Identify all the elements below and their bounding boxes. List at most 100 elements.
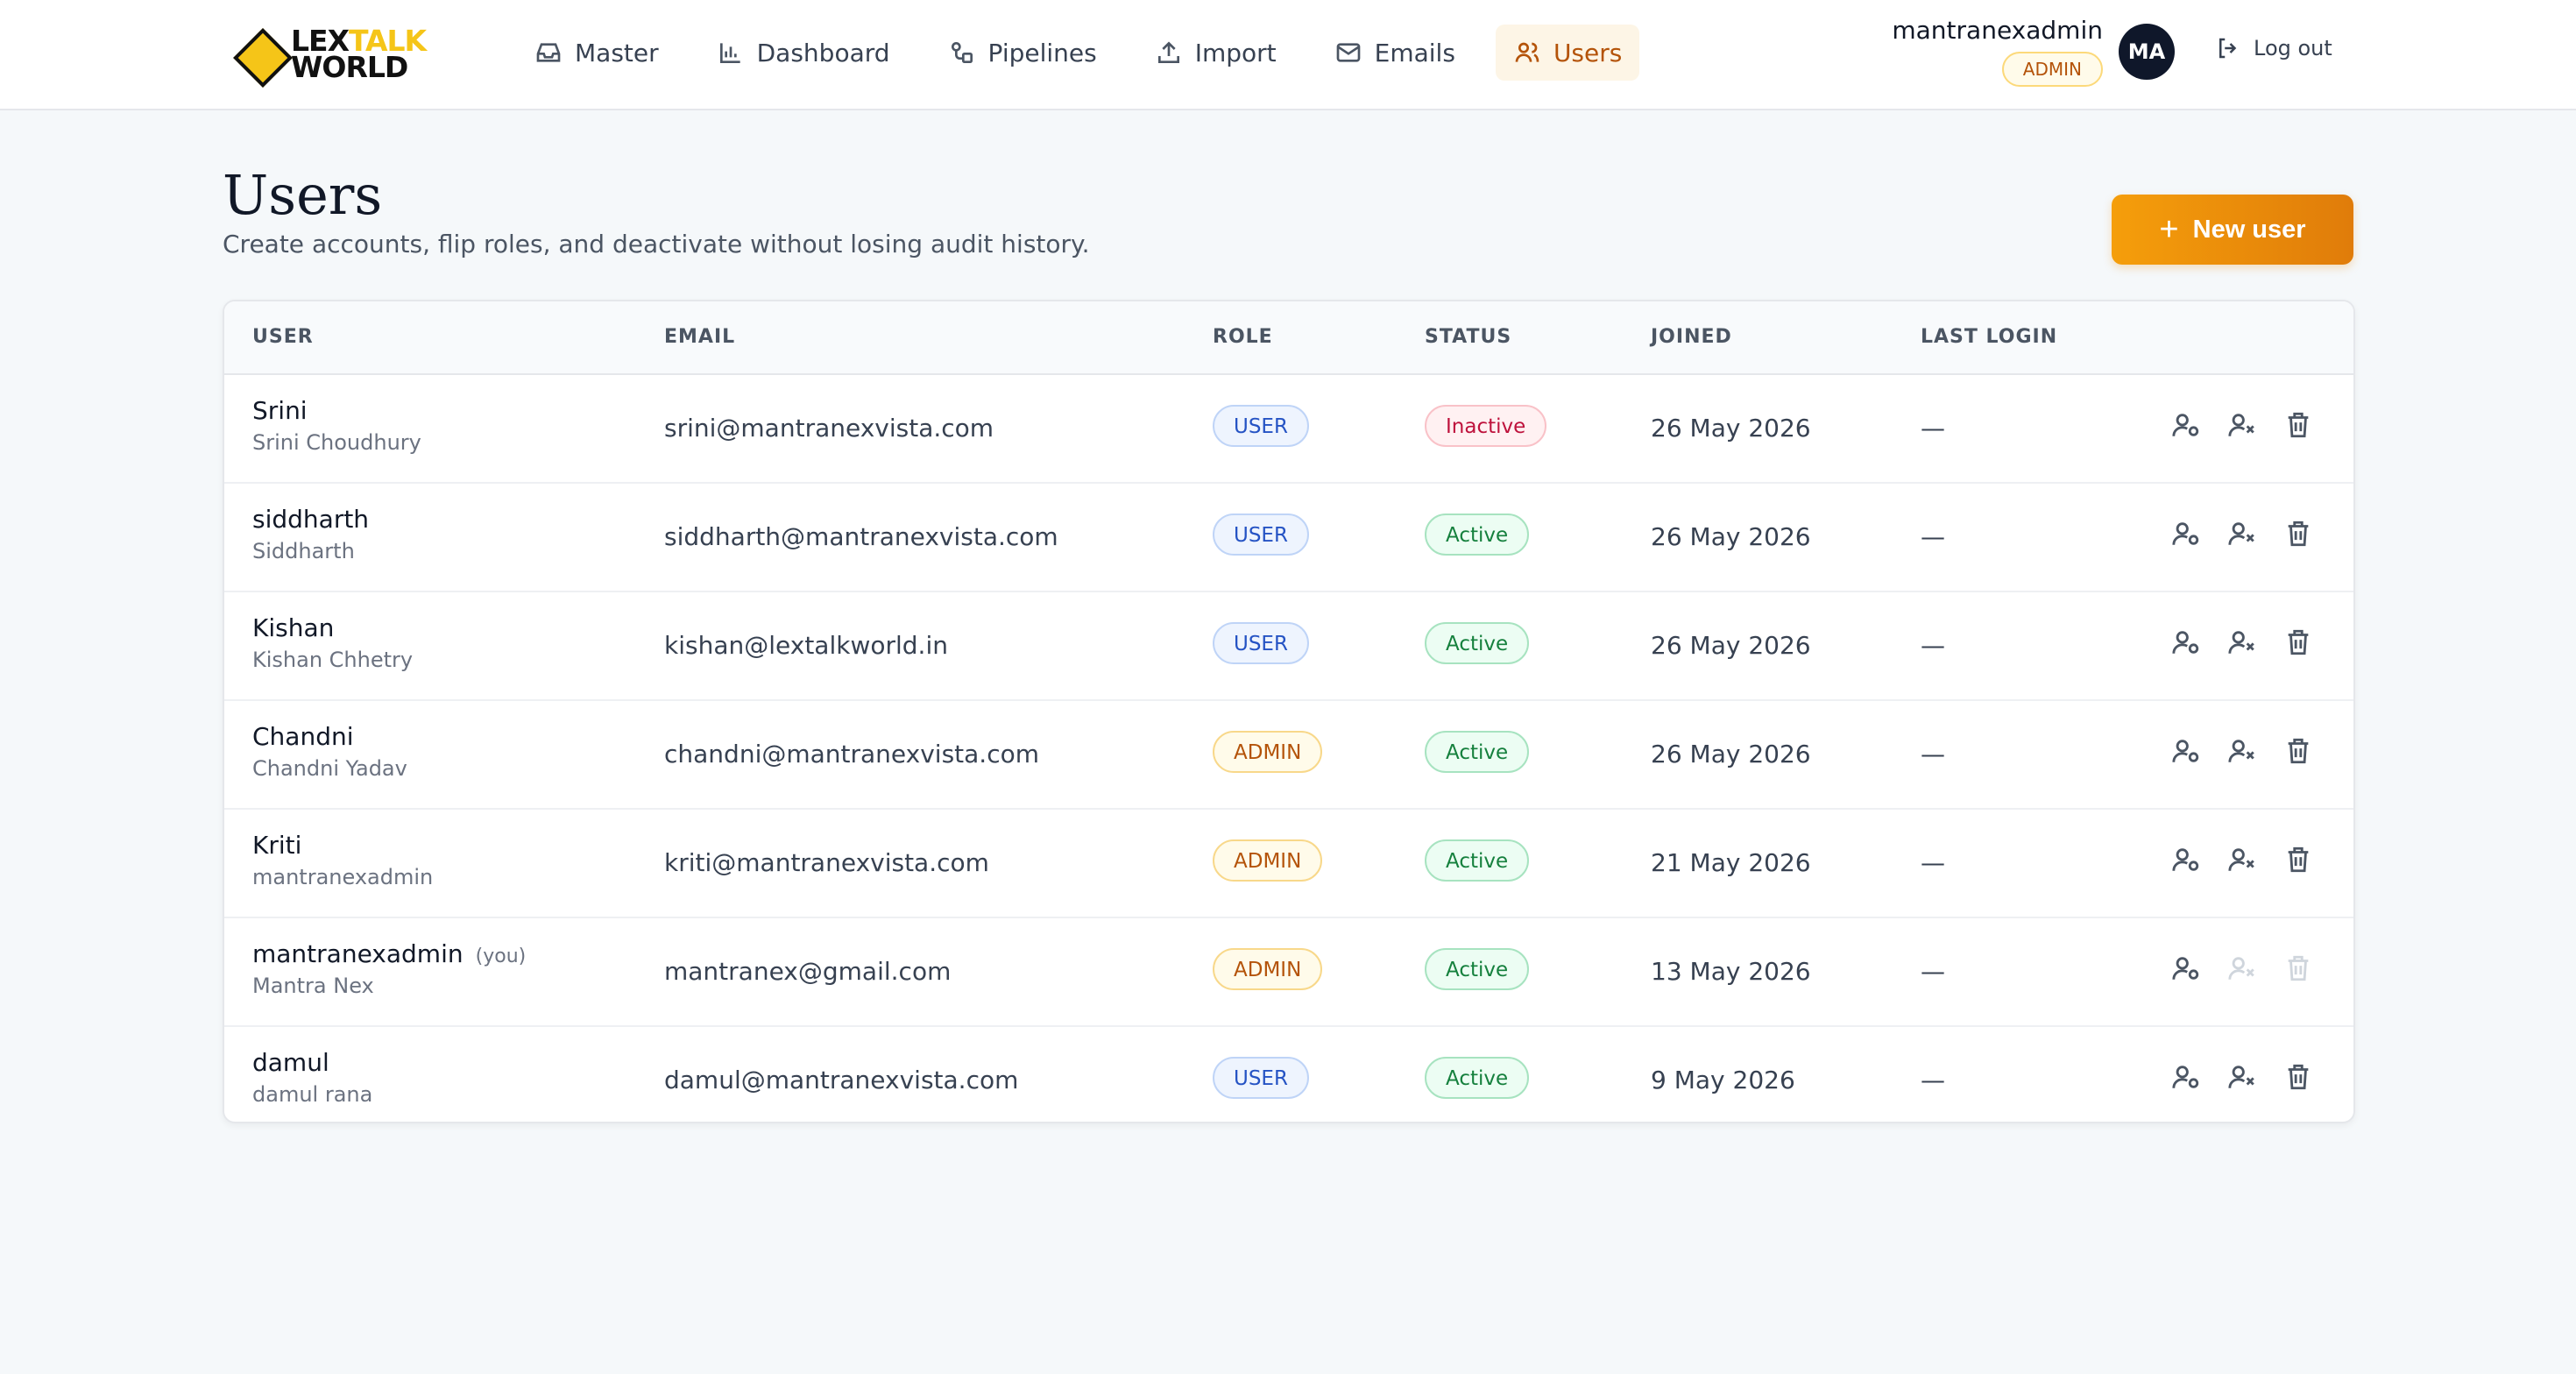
logout-label: Log out	[2254, 36, 2332, 60]
role-badge: ADMIN	[1213, 731, 1323, 773]
user-email: mantranex@gmail.com	[664, 957, 952, 986]
joined-date: 9 May 2026	[1651, 1066, 1795, 1094]
change-role-icon[interactable]	[2171, 736, 2201, 766]
user-full-name: Kishan Chhetry	[252, 648, 414, 672]
nav-item-users[interactable]: Users	[1495, 25, 1640, 81]
status-badge: Active	[1425, 731, 1530, 773]
nav-item-dashboard[interactable]: Dashboard	[699, 25, 908, 81]
deactivate-user-icon[interactable]	[2227, 1062, 2257, 1092]
main-nav: Master Dashboard Pipelines Import Emails…	[517, 25, 1640, 81]
nav-item-emails[interactable]: Emails	[1317, 25, 1473, 81]
user-name: mantranexadmin	[252, 939, 464, 968]
role-badge: ADMIN	[1213, 839, 1323, 882]
user-cell: Kriti mantranexadmin	[252, 831, 433, 889]
role-badge: USER	[1213, 622, 1309, 664]
column-header-email: EMAIL	[664, 326, 736, 348]
delete-icon[interactable]	[2283, 845, 2313, 875]
table-body: Srini Srini Choudhury srini@mantranexvista…	[224, 375, 2353, 1122]
table-header: USER EMAIL ROLE STATUS JOINED LAST LOGIN	[224, 301, 2353, 375]
logout-button[interactable]: Log out	[2215, 35, 2332, 61]
role-badge: ADMIN	[1213, 948, 1323, 990]
delete-icon[interactable]	[2283, 1062, 2313, 1092]
role-badge: USER	[1213, 405, 1309, 447]
current-user-role-badge: ADMIN	[2001, 52, 2103, 87]
delete-icon[interactable]	[2283, 410, 2313, 440]
change-role-icon[interactable]	[2171, 410, 2201, 440]
status-badge: Active	[1425, 948, 1530, 990]
avatar[interactable]: MA	[2119, 24, 2175, 80]
user-full-name: damul rana	[252, 1082, 373, 1107]
user-cell: Kishan Kishan Chhetry	[252, 613, 413, 672]
last-login: —	[1921, 522, 1945, 551]
logout-icon	[2219, 38, 2237, 59]
delete-icon[interactable]	[2283, 627, 2313, 657]
delete-icon	[2283, 953, 2313, 983]
row-actions	[2171, 845, 2313, 875]
user-full-name: Mantra Nex	[252, 974, 374, 998]
brand-logo[interactable]: LEXTALK WORLD	[233, 23, 427, 86]
bar-chart-icon	[719, 43, 740, 63]
nav-label: Emails	[1374, 38, 1455, 67]
user-email: chandni@mantranexvista.com	[664, 740, 1039, 768]
deactivate-user-icon[interactable]	[2227, 736, 2257, 766]
user-email: kishan@lextalkworld.in	[664, 631, 948, 660]
change-role-icon[interactable]	[2171, 953, 2201, 983]
change-role-icon[interactable]	[2171, 519, 2201, 549]
status-badge: Active	[1425, 839, 1530, 882]
delete-icon[interactable]	[2283, 736, 2313, 766]
status-badge: Active	[1425, 622, 1530, 664]
status-badge: Active	[1425, 1057, 1530, 1099]
joined-date: 13 May 2026	[1651, 957, 1811, 986]
delete-icon[interactable]	[2283, 519, 2313, 549]
current-user-info: mantranexadmin ADMIN	[1892, 16, 2103, 87]
nav-item-master[interactable]: Master	[517, 25, 676, 81]
column-header-last-login: LAST LOGIN	[1921, 326, 2058, 348]
nav-label: Master	[575, 38, 659, 67]
table-row: Kriti mantranexadmin kriti@mantranexvista.…	[224, 810, 2353, 918]
user-name: Srini	[252, 396, 308, 425]
change-role-icon[interactable]	[2171, 845, 2201, 875]
user-full-name: Chandni Yadav	[252, 756, 407, 781]
joined-date: 26 May 2026	[1651, 522, 1811, 551]
deactivate-user-icon[interactable]	[2227, 845, 2257, 875]
column-header-role: ROLE	[1213, 326, 1273, 348]
row-actions	[2171, 736, 2313, 766]
table-row: Kishan Kishan Chhetry kishan@lextalkworld.…	[224, 592, 2353, 701]
logo-text-world: WORLD	[291, 50, 408, 84]
row-actions	[2171, 627, 2313, 657]
user-email: kriti@mantranexvista.com	[664, 848, 989, 877]
change-role-icon[interactable]	[2171, 627, 2201, 657]
user-name: Kriti	[252, 831, 302, 860]
deactivate-user-icon[interactable]	[2227, 410, 2257, 440]
user-name: Chandni	[252, 722, 354, 751]
mail-icon	[1336, 43, 1360, 62]
role-badge: USER	[1213, 1057, 1309, 1099]
pipeline-icon	[951, 41, 973, 63]
nav-item-import[interactable]: Import	[1137, 25, 1294, 81]
row-actions	[2171, 1062, 2313, 1092]
user-email: srini@mantranexvista.com	[664, 414, 994, 443]
last-login: —	[1921, 414, 1945, 443]
change-role-icon[interactable]	[2171, 1062, 2201, 1092]
top-navigation-bar: LEXTALK WORLD Master Dashboard Pipelines…	[0, 0, 2576, 110]
you-marker: (you)	[475, 946, 527, 967]
last-login: —	[1921, 1066, 1945, 1094]
deactivate-user-icon[interactable]	[2227, 627, 2257, 657]
page-title: Users	[223, 163, 383, 227]
user-full-name: Srini Choudhury	[252, 430, 421, 455]
table-row: damul damul rana damul@mantranexvista.com U…	[224, 1027, 2353, 1122]
nav-item-pipelines[interactable]: Pipelines	[931, 25, 1115, 81]
new-user-button[interactable]: + New user	[2112, 195, 2353, 265]
table-row: Srini Srini Choudhury srini@mantranexvista…	[224, 375, 2353, 484]
user-name: damul	[252, 1048, 329, 1077]
user-cell: siddharth Siddharth	[252, 505, 381, 563]
last-login: —	[1921, 957, 1945, 986]
current-username: mantranexadmin	[1892, 16, 2103, 45]
status-badge: Active	[1425, 513, 1530, 556]
deactivate-user-icon[interactable]	[2227, 519, 2257, 549]
user-email: siddharth@mantranexvista.com	[664, 522, 1058, 551]
user-name: siddharth	[252, 505, 370, 534]
deactivate-user-icon	[2227, 953, 2257, 983]
user-email: damul@mantranexvista.com	[664, 1066, 1019, 1094]
role-badge: USER	[1213, 513, 1309, 556]
